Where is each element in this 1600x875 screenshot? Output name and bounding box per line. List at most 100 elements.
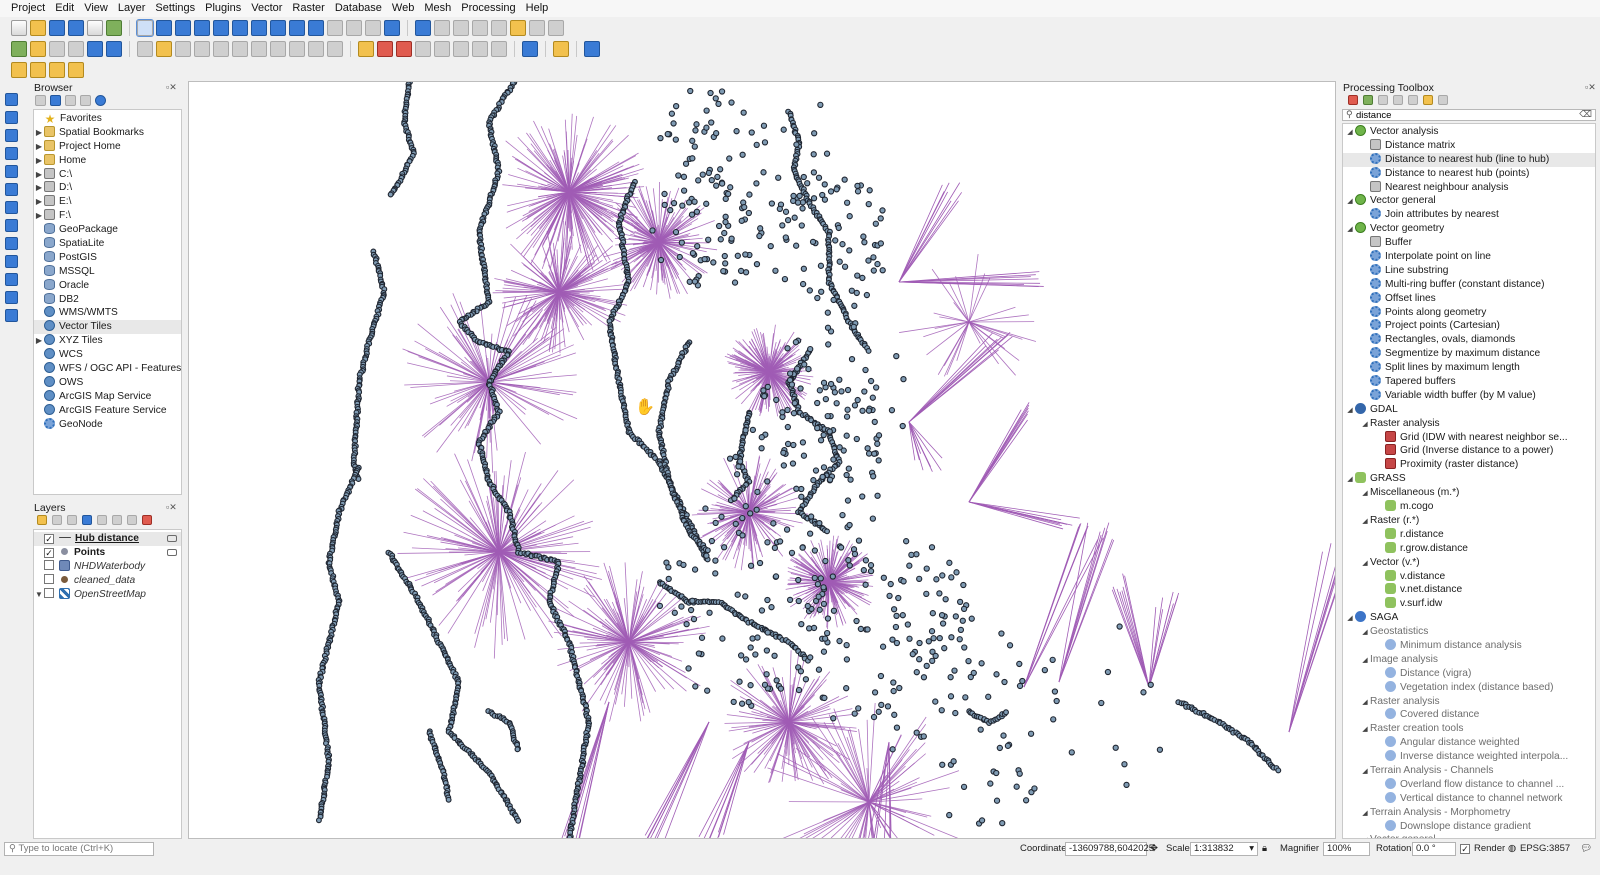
scale-field[interactable]: 1:313832 ▾	[1190, 842, 1258, 856]
toolbox-algorithm[interactable]: Vegetation index (distance based)	[1343, 680, 1595, 695]
menu-mesh[interactable]: Mesh	[419, 0, 456, 17]
toolbox-group[interactable]: ◢ GDAL	[1343, 402, 1595, 418]
toolbox-algorithm[interactable]: Line substring	[1343, 263, 1595, 278]
chevron-down-icon[interactable]: ◢	[1345, 223, 1355, 237]
options-icon[interactable]	[1438, 95, 1448, 105]
filter-legend-icon[interactable]	[82, 515, 92, 525]
lock-icon[interactable]: 🔒︎	[1262, 842, 1267, 856]
chevron-down-icon[interactable]: ◢	[1360, 807, 1370, 821]
fill-ring-icon[interactable]	[5, 291, 18, 304]
browser-item[interactable]: Vector Tiles	[34, 320, 181, 335]
chevron-down-icon[interactable]: ◢	[1345, 473, 1355, 487]
chevron-down-icon[interactable]: ◢	[1360, 626, 1370, 640]
chevron-right-icon[interactable]: ▶	[34, 168, 44, 182]
browser-item[interactable]: ▶ Project Home	[34, 139, 181, 154]
chevron-down-icon[interactable]: ◢	[1360, 654, 1370, 668]
add-icon[interactable]	[35, 95, 46, 106]
toolbox-group[interactable]: ◢ Raster analysis	[1343, 695, 1595, 709]
refresh-icon[interactable]	[384, 20, 400, 36]
menu-layer[interactable]: Layer	[113, 0, 151, 17]
paste-icon[interactable]	[289, 41, 305, 57]
toolbox-algorithm[interactable]: Vertical distance to channel network	[1343, 791, 1595, 806]
chevron-down-icon[interactable]: ◢	[1345, 404, 1355, 418]
chevron-right-icon[interactable]: ▶	[34, 154, 44, 168]
identify-icon[interactable]	[415, 20, 431, 36]
messages-icon[interactable]: 💬︎	[1580, 842, 1592, 856]
chevron-down-icon[interactable]: ◢	[1360, 418, 1370, 432]
attribute-table-icon[interactable]	[434, 20, 450, 36]
toolbox-algorithm[interactable]: Inverse distance weighted interpola...	[1343, 750, 1595, 764]
new-project-icon[interactable]	[11, 20, 27, 36]
toolbox-algorithm[interactable]: Minimum distance analysis	[1343, 638, 1595, 653]
zoom-layer-icon[interactable]	[251, 20, 267, 36]
toolbox-search-input[interactable]	[1356, 110, 1576, 121]
layer-item[interactable]: ✓ Hub distance	[34, 532, 181, 546]
menu-view[interactable]: View	[79, 0, 113, 17]
label-rotate-icon[interactable]	[434, 41, 450, 57]
toolbox-algorithm[interactable]: Offset lines	[1343, 291, 1595, 306]
layer-indicator-icon[interactable]	[167, 548, 177, 556]
crs-button[interactable]: EPSG:3857	[1520, 842, 1570, 856]
layer-visibility-checkbox[interactable]	[44, 559, 54, 570]
node-tool-icon[interactable]	[5, 165, 18, 178]
label-move-icon[interactable]	[415, 41, 431, 57]
toolbox-group[interactable]: ◢Vector general	[1343, 833, 1595, 838]
toolbox-algorithm[interactable]: Split lines by maximum length	[1343, 361, 1595, 375]
browser-item[interactable]: SpatiaLite	[34, 237, 181, 251]
cut-icon[interactable]	[251, 41, 267, 57]
browser-item[interactable]: ▶ C:\	[34, 167, 181, 182]
toolbox-algorithm[interactable]: Downslope distance gradient	[1343, 819, 1595, 834]
magnifier-field[interactable]: 100%	[1323, 842, 1370, 856]
add-virtual-icon[interactable]	[106, 41, 122, 57]
refresh-icon[interactable]	[50, 95, 61, 106]
collapse-all-icon[interactable]	[127, 515, 137, 525]
save-edits-icon[interactable]	[175, 41, 191, 57]
add-point-icon[interactable]	[5, 111, 18, 124]
scripts-icon[interactable]	[1363, 95, 1373, 105]
layer-visibility-checkbox[interactable]: ✓	[44, 547, 54, 558]
toolbox-algorithm[interactable]: Segmentize by maximum distance	[1343, 347, 1595, 361]
add-ring-icon[interactable]	[5, 309, 18, 322]
python-icon[interactable]	[1423, 95, 1433, 105]
toolbox-algorithm[interactable]: Overland flow distance to channel ...	[1343, 777, 1595, 792]
undo-icon[interactable]	[308, 41, 324, 57]
toolbox-algorithm[interactable]: Join attributes by nearest	[1343, 208, 1595, 222]
browser-item[interactable]: WCS	[34, 348, 181, 362]
zoom-full-icon[interactable]	[213, 20, 229, 36]
toolbox-float-close-buttons[interactable]: ▫✕	[1585, 82, 1596, 93]
add-delimited-icon[interactable]	[49, 41, 65, 57]
digitize-vertex-icon[interactable]	[5, 93, 18, 106]
toolbox-group[interactable]: ◢ SAGA	[1343, 611, 1595, 625]
python-icon[interactable]	[553, 41, 569, 57]
toolbox-search[interactable]: ⚲ ⌫	[1342, 109, 1596, 121]
toolbox-algorithm[interactable]: Nearest neighbour analysis	[1343, 180, 1595, 195]
save-as-icon[interactable]	[68, 20, 84, 36]
new-map-view-icon[interactable]	[327, 20, 343, 36]
chevron-down-icon[interactable]: ◢	[1360, 834, 1370, 838]
label-pin-icon[interactable]	[377, 41, 393, 57]
zoom-in-icon[interactable]	[175, 20, 191, 36]
copy-icon[interactable]	[270, 41, 286, 57]
chevron-down-icon[interactable]: ◢	[1345, 126, 1355, 140]
layer-visibility-checkbox[interactable]	[44, 587, 54, 598]
models-icon[interactable]	[1348, 95, 1358, 105]
toolbox-group[interactable]: ◢ Terrain Analysis - Channels	[1343, 764, 1595, 778]
browser-item[interactable]: ArcGIS Feature Service	[34, 403, 181, 418]
layer-item[interactable]: NHDWaterbody	[34, 559, 181, 574]
layer-indicator-icon[interactable]	[167, 535, 177, 542]
edit-features-icon[interactable]	[1408, 95, 1418, 105]
browser-item[interactable]: Oracle	[34, 278, 181, 293]
expand-all-icon[interactable]	[112, 515, 122, 525]
field-calculator-icon[interactable]	[453, 20, 469, 36]
toolbox-algorithm[interactable]: m.cogo	[1343, 500, 1595, 514]
toolbox-group[interactable]: ◢ GRASS	[1343, 472, 1595, 486]
zoom-out-icon[interactable]	[194, 20, 210, 36]
chevron-down-icon[interactable]: ◢	[1345, 612, 1355, 626]
zoom-next-icon[interactable]	[308, 20, 324, 36]
browser-item[interactable]: ▶ Home	[34, 153, 181, 168]
toolbox-group[interactable]: ◢ Terrain Analysis - Morphometry	[1343, 806, 1595, 820]
render-checkbox[interactable]: ✓	[1460, 844, 1470, 854]
add-line-icon[interactable]	[5, 129, 18, 142]
toolbox-algorithm[interactable]: Covered distance	[1343, 708, 1595, 722]
add-vector-icon[interactable]	[11, 41, 27, 57]
